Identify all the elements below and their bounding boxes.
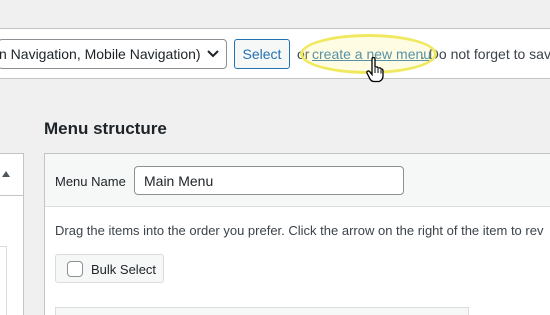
menu-items-panel xyxy=(0,153,24,315)
panel-inner-box xyxy=(0,246,7,315)
chevron-down-icon xyxy=(207,50,219,58)
select-button[interactable]: Select xyxy=(234,39,290,69)
arrow-up-icon[interactable] xyxy=(2,171,10,177)
bulk-select-label: Bulk Select xyxy=(91,262,157,277)
menu-structure-box: Menu Name Drag the items into the order … xyxy=(44,153,550,315)
menu-select-bar: n Navigation, Mobile Navigation) Select … xyxy=(0,28,550,79)
menu-name-row: Menu Name xyxy=(45,154,550,207)
hand-pointer-icon xyxy=(366,57,384,83)
save-reminder-text: . Do not forget to save xyxy=(421,46,550,62)
menu-structure-title: Menu structure xyxy=(44,119,167,138)
drag-instructions: Drag the items into the order you prefer… xyxy=(55,223,544,238)
menu-select-dropdown[interactable]: n Navigation, Mobile Navigation) xyxy=(0,39,227,69)
menu-name-label: Menu Name xyxy=(55,174,126,189)
bulk-select-checkbox[interactable] xyxy=(67,261,83,277)
menu-item[interactable] xyxy=(55,307,469,315)
panel-header[interactable] xyxy=(0,154,23,196)
menu-name-input[interactable] xyxy=(134,166,404,195)
bulk-select-button[interactable]: Bulk Select xyxy=(55,254,164,283)
menu-select-value: n Navigation, Mobile Navigation) xyxy=(0,46,201,62)
